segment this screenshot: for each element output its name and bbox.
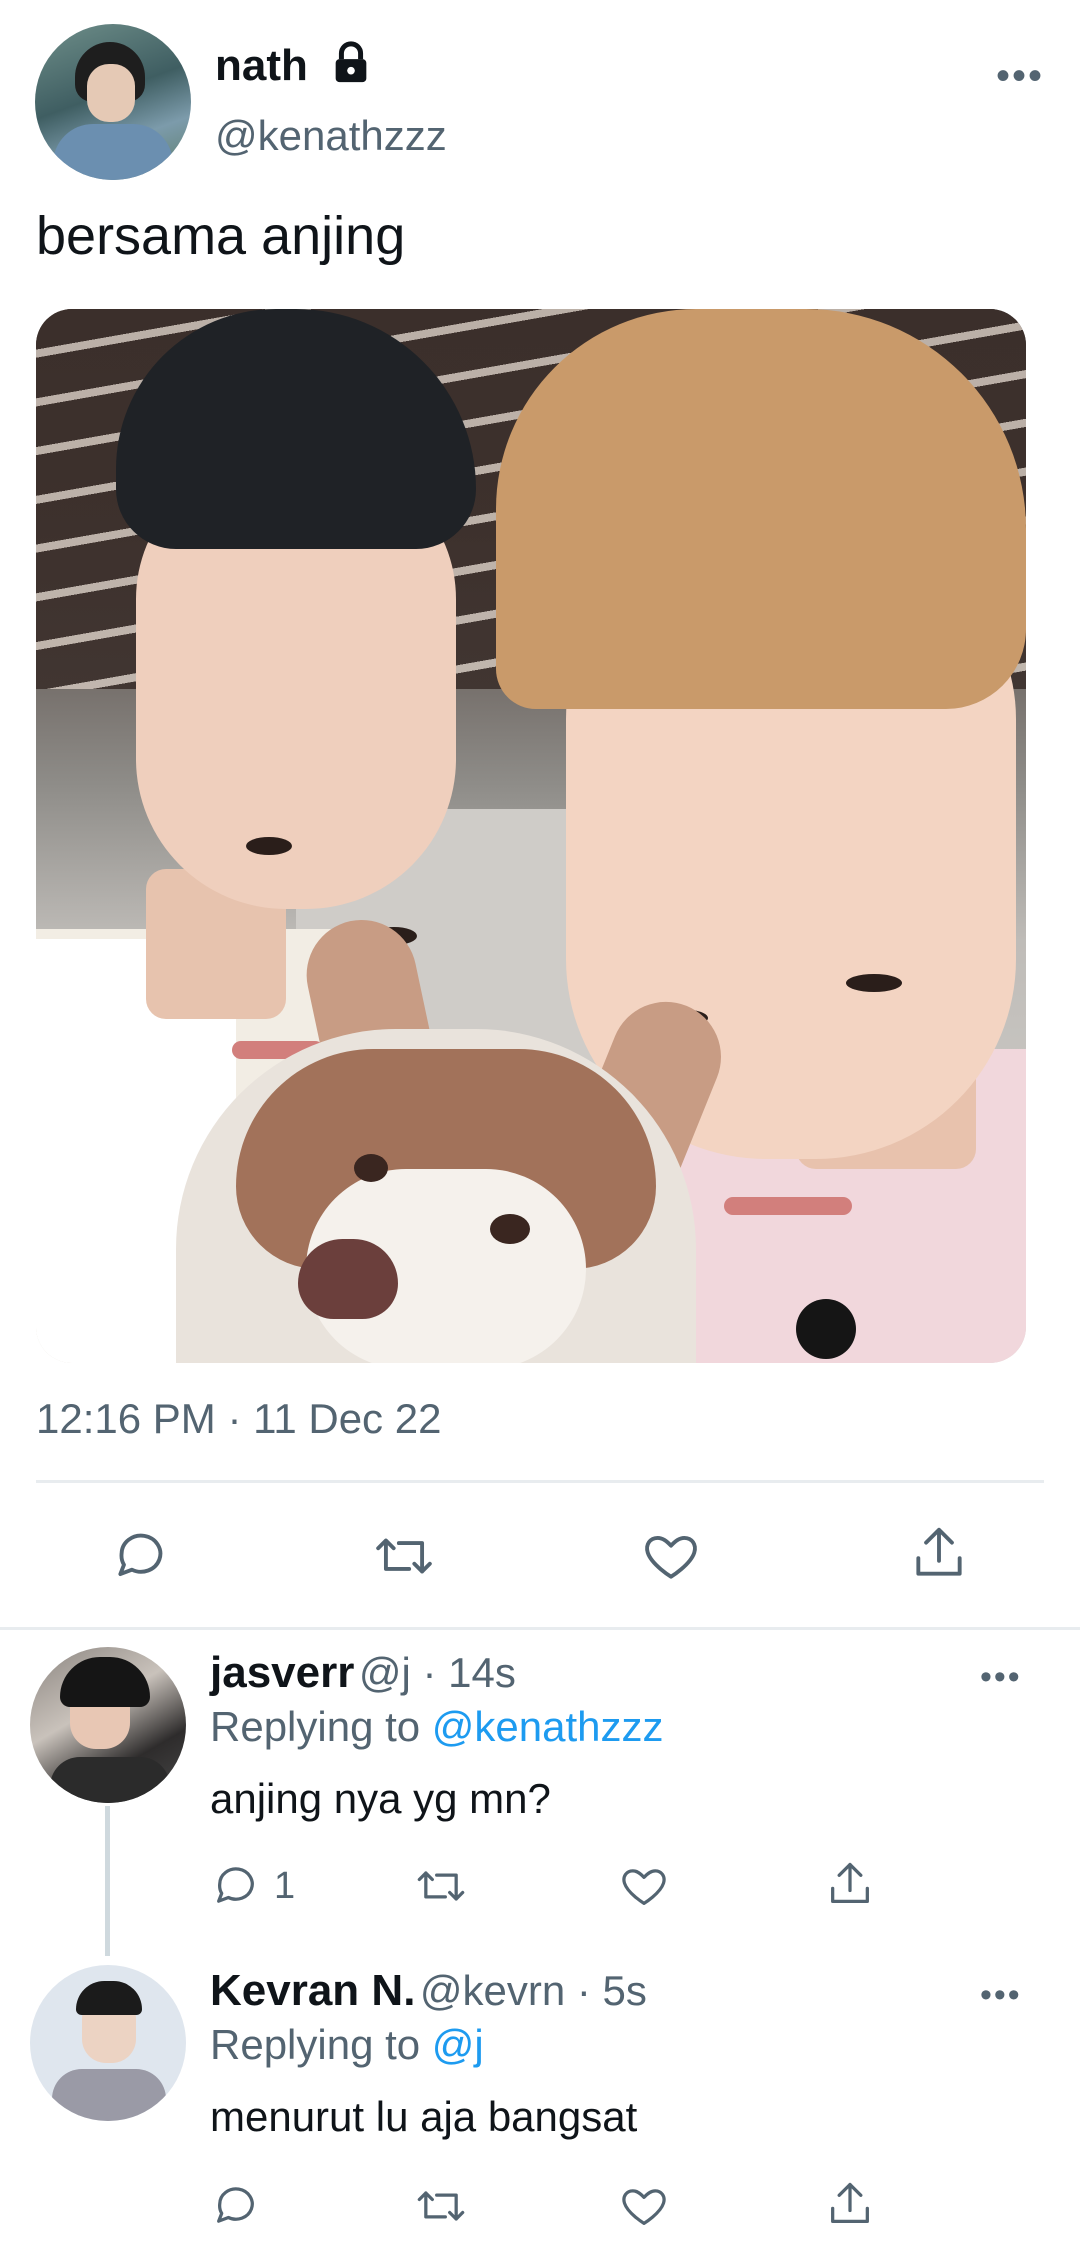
lock-icon [328, 40, 374, 91]
share-button[interactable] [824, 1858, 876, 1910]
replying-to-link[interactable]: @j [432, 2021, 484, 2068]
reply-meta[interactable]: @j · 14s [359, 1649, 516, 1696]
reply-icon [118, 1533, 163, 1577]
retweet-button[interactable] [370, 1525, 438, 1587]
heart-icon [622, 1869, 666, 1905]
reply-text: anjing nya yg mn? [210, 1775, 551, 1822]
share-button[interactable] [908, 1522, 970, 1584]
retweet-button[interactable] [412, 1860, 470, 1912]
reply-text: menurut lu aja bangsat [210, 2093, 638, 2140]
heart-icon [622, 2189, 666, 2225]
reply-avatar[interactable] [30, 1965, 186, 2121]
retweet-icon [417, 2191, 465, 2221]
share-icon [831, 1862, 869, 1903]
reply-avatar[interactable] [30, 1647, 186, 1803]
share-icon [916, 1527, 962, 1576]
reply-count: 1 [274, 1864, 296, 1907]
retweet-button[interactable] [412, 2180, 470, 2232]
heart-icon [645, 1535, 697, 1579]
author-name-row: nath [215, 40, 374, 91]
reply-author-name[interactable]: jasverr [210, 1648, 354, 1697]
replying-to: Replying to @j [210, 2021, 484, 2069]
like-button[interactable] [640, 1525, 702, 1587]
share-button[interactable] [824, 2178, 876, 2230]
replying-label: Replying to [210, 1703, 421, 1750]
author-avatar[interactable] [35, 24, 191, 180]
reply-button[interactable] [210, 2180, 262, 2232]
reply-button[interactable]: 1 [210, 1860, 295, 1912]
more-options-icon[interactable]: ••• [996, 56, 1044, 96]
replying-to: Replying to @kenathzzz [210, 1703, 664, 1751]
author-name[interactable]: nath [215, 41, 308, 91]
replying-label: Replying to [210, 2021, 421, 2068]
reply-header: Kevran N. @kevrn · 5s [210, 1966, 647, 2016]
divider [0, 1627, 1080, 1630]
tweet-timestamp[interactable]: 12:16 PM · 11 Dec 22 [36, 1395, 441, 1443]
author-handle[interactable]: @kenathzzz [215, 112, 447, 160]
more-options-icon[interactable]: ••• [980, 1660, 1022, 1694]
reply-icon [217, 2187, 254, 2223]
like-button[interactable] [618, 2180, 670, 2232]
reply-icon [217, 1867, 254, 1903]
replying-to-link[interactable]: @kenathzzz [432, 1703, 664, 1750]
retweet-icon [417, 1871, 465, 1901]
tweet-photo[interactable] [36, 309, 1026, 1363]
share-icon [831, 2182, 869, 2223]
reply-header: jasverr @j · 14s [210, 1648, 516, 1698]
reply-author-name[interactable]: Kevran N. [210, 1966, 415, 2015]
divider [36, 1480, 1044, 1483]
like-button[interactable] [618, 1860, 670, 1912]
thread-line [105, 1806, 110, 1956]
more-options-icon[interactable]: ••• [980, 1978, 1022, 2012]
reply-button[interactable] [110, 1525, 172, 1587]
tweet-text: bersama anjing [36, 206, 406, 266]
reply-meta[interactable]: @kevrn · 5s [420, 1967, 647, 2014]
retweet-icon [376, 1538, 432, 1574]
